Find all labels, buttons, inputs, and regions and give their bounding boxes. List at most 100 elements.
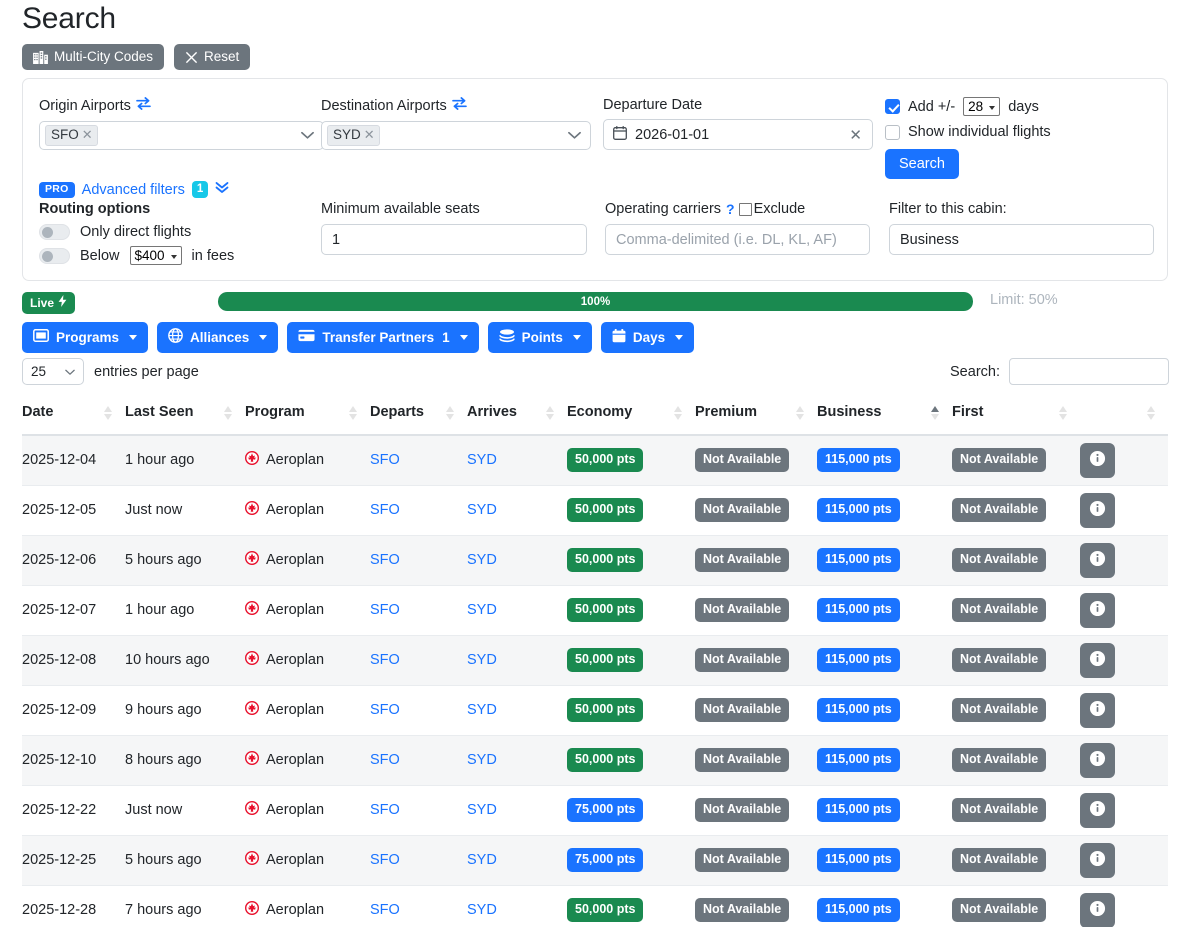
cell-departs[interactable]: SFO [370,485,467,536]
add-days-checkbox[interactable] [885,99,900,114]
minimum-seats-input[interactable]: 1 [321,224,587,255]
only-direct-flights-toggle[interactable] [39,224,70,240]
help-icon[interactable]: ? [726,201,735,217]
cell-actions[interactable] [1080,485,1168,536]
table-row[interactable]: 2025-12-09 9 hours ago Aeroplan SFO SYD 50,00… [22,685,1168,736]
column-header-actions[interactable] [1080,396,1168,436]
sort-icon-active[interactable] [931,406,940,420]
column-header-business[interactable]: Business [817,396,952,436]
below-fees-toggle[interactable] [39,247,70,264]
arrives-airport-link[interactable]: SYD [467,702,497,718]
arrives-airport-link[interactable]: SYD [467,502,497,518]
cell-departs[interactable]: SFO [370,685,467,736]
chevron-down-icon[interactable] [568,127,581,145]
cell-actions[interactable] [1080,635,1168,686]
origin-chip[interactable]: SFO ✕ [45,125,98,146]
departure-date-input[interactable]: 2026-01-01 ✕ [603,119,873,150]
remove-origin-chip-icon[interactable]: ✕ [82,127,93,143]
clear-date-icon[interactable]: ✕ [849,126,862,144]
column-header-economy[interactable]: Economy [567,396,695,436]
filter-days-button[interactable]: Days [600,322,695,353]
cell-arrives[interactable]: SYD [467,435,567,486]
table-row[interactable]: 2025-12-28 7 hours ago Aeroplan SFO SYD 50,00… [22,885,1168,927]
cell-departs[interactable]: SFO [370,885,467,927]
filter-points-button[interactable]: Points [487,322,592,353]
table-row[interactable]: 2025-12-05 Just now Aeroplan SFO SYD 50,000 p… [22,485,1168,536]
origin-airports-select[interactable]: SFO ✕ [39,121,324,150]
cell-actions[interactable] [1080,885,1168,927]
reset-button[interactable]: Reset [174,44,251,70]
operating-carriers-input[interactable]: Comma-delimited (i.e. DL, KL, AF) [605,224,870,255]
arrives-airport-link[interactable]: SYD [467,852,497,868]
row-info-button[interactable] [1080,592,1115,628]
cell-arrives[interactable]: SYD [467,735,567,786]
departs-airport-link[interactable]: SFO [370,852,400,868]
arrives-airport-link[interactable]: SYD [467,602,497,618]
cell-departs[interactable]: SFO [370,435,467,486]
arrives-airport-link[interactable]: SYD [467,552,497,568]
sort-icon[interactable] [224,406,233,420]
table-row[interactable]: 2025-12-08 10 hours ago Aeroplan SFO SYD 50,0… [22,635,1168,686]
departs-airport-link[interactable]: SFO [370,452,400,468]
row-info-button[interactable] [1080,642,1115,678]
cell-departs[interactable]: SFO [370,535,467,586]
sort-icon[interactable] [349,406,358,420]
cell-arrives[interactable]: SYD [467,535,567,586]
sort-icon[interactable] [674,406,683,420]
cell-departs[interactable]: SFO [370,585,467,636]
cell-arrives[interactable]: SYD [467,685,567,736]
cell-arrives[interactable]: SYD [467,885,567,927]
only-direct-flights-row[interactable]: Only direct flights [39,224,234,240]
filter-programs-button[interactable]: Programs [22,322,149,353]
add-days-select[interactable]: 28 [963,97,1001,116]
departs-airport-link[interactable]: SFO [370,752,400,768]
cell-departs[interactable]: SFO [370,835,467,886]
departs-airport-link[interactable]: SFO [370,502,400,518]
arrives-airport-link[interactable]: SYD [467,752,497,768]
filter-transfer-partners-button[interactable]: Transfer Partners 1 [287,322,479,353]
arrives-airport-link[interactable]: SYD [467,902,497,918]
sort-icon[interactable] [546,406,555,420]
row-info-button[interactable] [1080,492,1115,528]
column-header-departs[interactable]: Departs [370,396,467,436]
cell-departs[interactable]: SFO [370,635,467,686]
sort-icon[interactable] [1147,406,1156,420]
row-info-button[interactable] [1080,742,1115,778]
cell-arrives[interactable]: SYD [467,485,567,536]
row-info-button[interactable] [1080,692,1115,728]
table-row[interactable]: 2025-12-22 Just now Aeroplan SFO SYD 75,000 p… [22,785,1168,836]
search-button[interactable]: Search [885,149,959,179]
cell-arrives[interactable]: SYD [467,785,567,836]
column-header-arrives[interactable]: Arrives [467,396,567,436]
departs-airport-link[interactable]: SFO [370,702,400,718]
multi-city-codes-button[interactable]: Multi-City Codes [22,44,165,70]
destination-chip[interactable]: SYD ✕ [327,125,380,146]
cabin-filter-input[interactable]: Business [889,224,1154,255]
table-row[interactable]: 2025-12-10 8 hours ago Aeroplan SFO SYD 50,00… [22,735,1168,786]
entries-per-page-select[interactable]: 25 [22,358,84,385]
remove-destination-chip-icon[interactable]: ✕ [364,127,375,143]
show-individual-flights-checkbox[interactable] [885,124,900,140]
column-header-premium[interactable]: Premium [695,396,817,436]
sort-icon[interactable] [796,406,805,420]
table-row[interactable]: 2025-12-06 5 hours ago Aeroplan SFO SYD 50,00… [22,535,1168,586]
departs-airport-link[interactable]: SFO [370,902,400,918]
column-header-last-seen[interactable]: Last Seen [125,396,245,436]
cell-actions[interactable] [1080,735,1168,786]
destination-airports-select[interactable]: SYD ✕ [321,121,591,150]
cell-actions[interactable] [1080,585,1168,636]
advanced-filters-toggle[interactable]: PRO Advanced filters 1 [39,180,229,199]
cell-departs[interactable]: SFO [370,785,467,836]
departs-airport-link[interactable]: SFO [370,552,400,568]
cell-arrives[interactable]: SYD [467,835,567,886]
departs-airport-link[interactable]: SFO [370,652,400,668]
column-header-date[interactable]: Date [22,396,125,436]
cell-actions[interactable] [1080,785,1168,836]
arrives-airport-link[interactable]: SYD [467,452,497,468]
sort-icon[interactable] [446,406,455,420]
cell-departs[interactable]: SFO [370,735,467,786]
column-header-program[interactable]: Program [245,396,370,436]
table-row[interactable]: 2025-12-04 1 hour ago Aeroplan SFO SYD 50,000… [22,435,1168,486]
cell-actions[interactable] [1080,435,1168,486]
row-info-button[interactable] [1080,892,1115,927]
